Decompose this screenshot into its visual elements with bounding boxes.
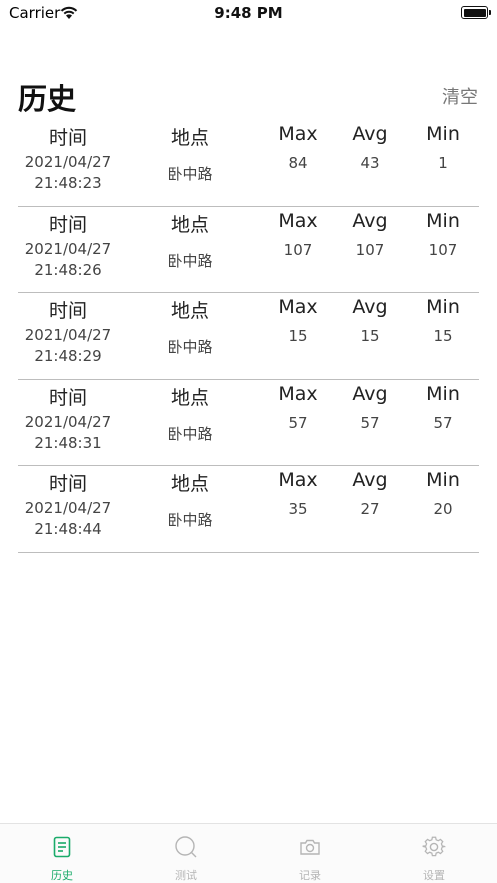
gear-icon <box>422 836 446 857</box>
record-max: 35 <box>288 500 308 518</box>
history-row[interactable]: 时间 地点 Max Avg Min 2021/04/27 21:48:23 卧中… <box>18 120 479 207</box>
header-avg: Avg <box>352 123 388 145</box>
record-date: 2021/04/27 <box>24 326 112 344</box>
record-datetime: 2021/04/27 21:48:44 <box>18 498 118 540</box>
search-icon <box>175 836 197 858</box>
record-min: 20 <box>433 500 453 518</box>
status-bar: Carrier 9:48 PM <box>0 0 497 28</box>
page-title: 历史 <box>18 82 77 116</box>
record-place: 卧中路 <box>167 424 213 443</box>
tab-history[interactable]: 历史 <box>0 824 124 883</box>
record-time: 21:48:44 <box>34 520 102 538</box>
record-avg: 107 <box>355 240 385 259</box>
header-max: Max <box>278 123 318 145</box>
record-time: 21:48:26 <box>34 260 102 279</box>
document-icon <box>53 836 71 858</box>
header-place: 地点 <box>170 127 209 149</box>
header-min: Min <box>426 382 460 405</box>
record-datetime: 2021/04/27 21:48:29 <box>18 325 118 367</box>
record-time: 21:48:31 <box>34 433 102 452</box>
header-min: Min <box>426 469 460 491</box>
battery-cap <box>489 10 491 15</box>
record-min: 1 <box>438 154 448 172</box>
header-time: 时间 <box>48 473 87 495</box>
header-place: 地点 <box>170 386 209 409</box>
tab-label: 测试 <box>175 869 197 882</box>
header-avg: Avg <box>352 296 388 318</box>
header-min: Min <box>426 123 460 145</box>
header-avg: Avg <box>352 469 388 491</box>
header-min: Min <box>426 296 460 318</box>
history-row[interactable]: 时间 地点 Max Avg Min 2021/04/27 21:48:44 卧中… <box>18 466 479 553</box>
header-max: Max <box>278 469 318 491</box>
header-max: Max <box>278 296 318 318</box>
record-place: 卧中路 <box>167 511 213 529</box>
record-avg: 43 <box>360 154 380 172</box>
header-avg: Avg <box>352 209 388 232</box>
header-max: Max <box>278 382 318 405</box>
record-place: 卧中路 <box>167 251 213 270</box>
tab-label: 历史 <box>51 869 73 882</box>
record-avg: 15 <box>360 327 380 345</box>
history-list: 时间 地点 Max Avg Min 2021/04/27 21:48:23 卧中… <box>18 120 479 553</box>
header-time: 时间 <box>48 300 87 322</box>
header-place: 地点 <box>170 473 209 495</box>
header-place: 地点 <box>170 213 209 236</box>
record-date: 2021/04/27 <box>24 153 112 171</box>
record-datetime: 2021/04/27 21:48:26 <box>18 239 118 281</box>
tab-bar: 历史 测试 记录 设置 <box>0 823 497 883</box>
record-min: 15 <box>433 327 453 345</box>
record-date: 2021/04/27 <box>24 412 112 431</box>
camera-icon <box>300 839 320 855</box>
header-time: 时间 <box>48 213 87 236</box>
tab-settings[interactable]: 设置 <box>372 824 496 883</box>
history-row[interactable]: 时间 地点 Max Avg Min 2021/04/27 21:48:29 卧中… <box>18 293 479 380</box>
header-avg: Avg <box>352 382 388 405</box>
record-max: 107 <box>283 240 313 259</box>
record-date: 2021/04/27 <box>24 499 112 517</box>
header-time: 时间 <box>48 127 87 149</box>
record-datetime: 2021/04/27 21:48:23 <box>18 152 118 194</box>
battery-icon <box>461 6 488 19</box>
header-max: Max <box>278 209 318 232</box>
tab-label: 记录 <box>299 869 321 882</box>
record-max: 15 <box>288 327 308 345</box>
tab-label: 设置 <box>423 869 445 882</box>
record-time: 21:48:23 <box>34 174 102 192</box>
record-place: 卧中路 <box>167 165 213 183</box>
record-date: 2021/04/27 <box>24 239 112 258</box>
header-place: 地点 <box>170 300 209 322</box>
record-avg: 27 <box>360 500 380 518</box>
record-place: 卧中路 <box>167 338 213 356</box>
tab-records[interactable]: 记录 <box>248 824 372 883</box>
record-avg: 57 <box>360 413 380 432</box>
header-time: 时间 <box>48 386 87 409</box>
record-datetime: 2021/04/27 21:48:31 <box>18 412 118 454</box>
record-max: 84 <box>288 154 308 172</box>
history-row[interactable]: 时间 地点 Max Avg Min 2021/04/27 21:48:31 卧中… <box>18 380 479 466</box>
record-max: 57 <box>288 413 308 432</box>
tab-test[interactable]: 测试 <box>124 824 248 883</box>
record-min: 107 <box>428 240 458 259</box>
clock: 9:48 PM <box>214 4 283 22</box>
record-min: 57 <box>433 413 453 432</box>
clear-button[interactable]: 清空 <box>442 83 478 109</box>
header-min: Min <box>426 209 460 232</box>
history-row[interactable]: 时间 地点 Max Avg Min 2021/04/27 21:48:26 卧中… <box>18 207 479 293</box>
record-time: 21:48:29 <box>34 347 102 365</box>
